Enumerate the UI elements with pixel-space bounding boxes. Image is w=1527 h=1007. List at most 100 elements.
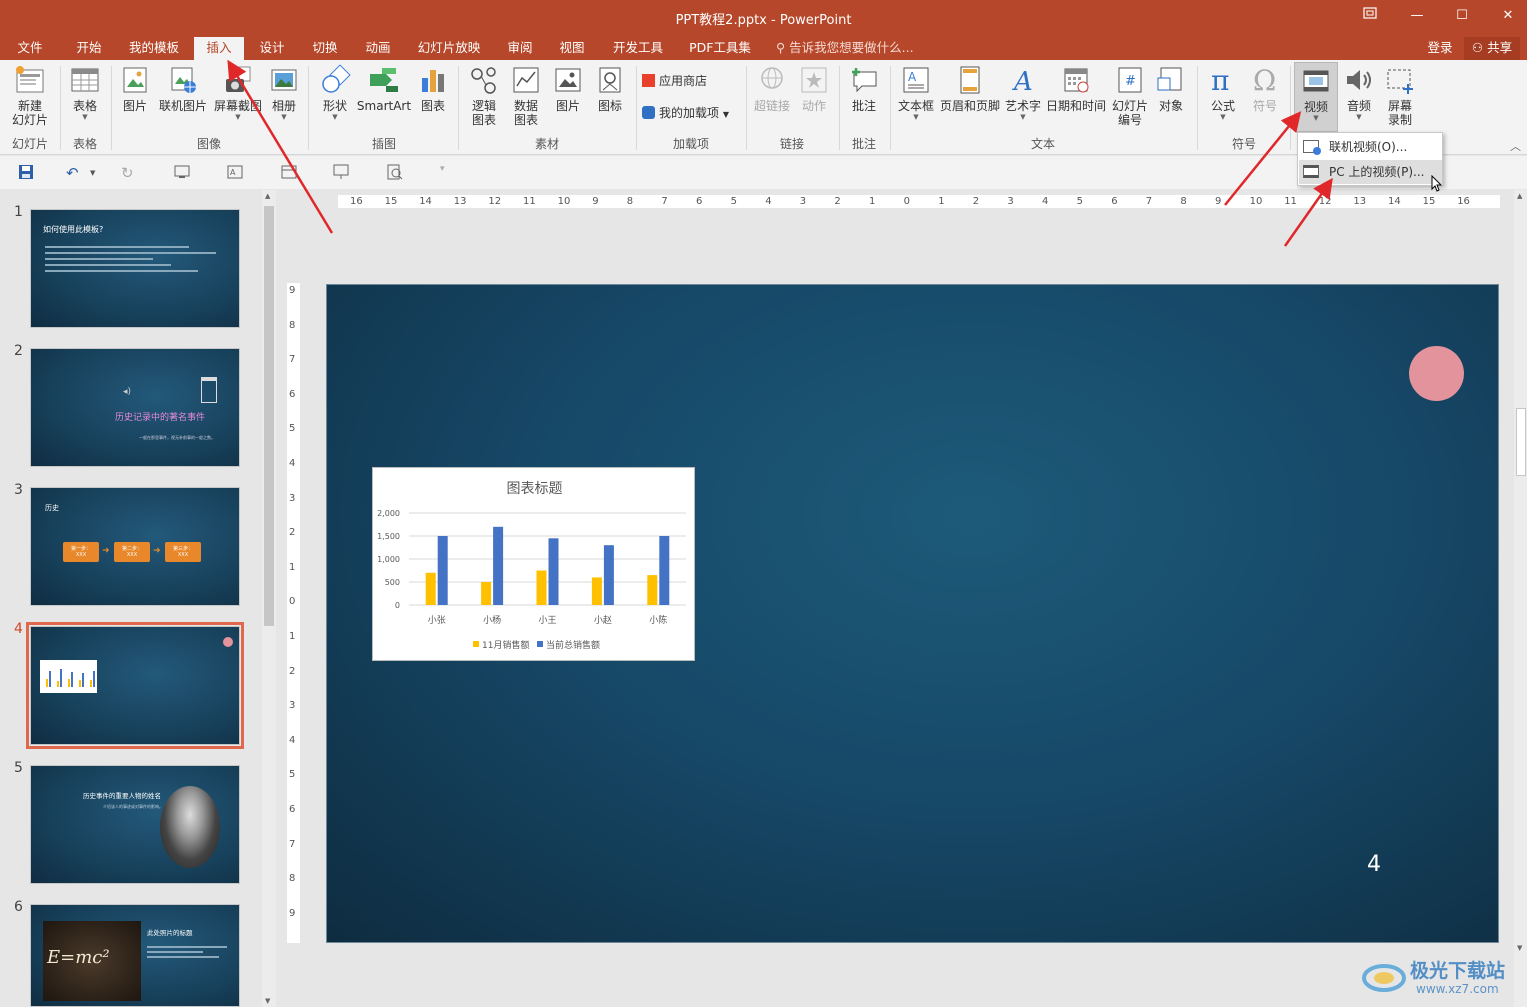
chart-object[interactable]: 图表标题 2,000 1,500 1,000 500 0 小张 小杨 小王 小赵 小陈 11月销售额…: [372, 467, 695, 661]
group-separator: [111, 66, 112, 150]
presenter-icon[interactable]: [333, 164, 349, 184]
save-icon[interactable]: [18, 164, 34, 184]
store-button[interactable]: 应用商店: [642, 72, 740, 89]
bar-total-sales: [437, 536, 448, 605]
ruler-label: 2: [289, 665, 296, 677]
close-button[interactable]: ✕: [1498, 6, 1518, 26]
textbox-quick-icon[interactable]: A: [227, 164, 243, 184]
tab-file[interactable]: 文件: [10, 37, 50, 60]
scroll-up-icon[interactable]: ▲: [1517, 192, 1522, 200]
header-footer-button[interactable]: 页眉和页脚: [938, 64, 1002, 113]
equation-button[interactable]: π 公式 ▼: [1204, 64, 1242, 121]
ruler-label: 5: [730, 196, 737, 207]
tab-developer[interactable]: 开发工具: [606, 37, 670, 60]
customize-qat-icon[interactable]: ▾: [440, 164, 445, 174]
tab-review[interactable]: 审阅: [500, 37, 540, 60]
symbol-button[interactable]: Ω 符号: [1246, 64, 1284, 113]
slide-thumbnail-1[interactable]: 如何使用此模板?: [30, 209, 240, 328]
my-addins-button[interactable]: 我的加载项 ▼: [642, 104, 740, 121]
thumbnails-scrollbar[interactable]: ▲ ▼: [262, 190, 276, 1007]
tab-transitions[interactable]: 切换: [305, 37, 345, 60]
tab-slideshow[interactable]: 幻灯片放映: [412, 37, 486, 60]
print-preview-icon[interactable]: [387, 164, 403, 184]
audio-button[interactable]: 音频 ▼: [1340, 64, 1378, 121]
login-link[interactable]: 登录: [1422, 37, 1458, 60]
material-picture-button[interactable]: 图片: [550, 64, 586, 113]
icon-button[interactable]: 图标: [592, 64, 628, 113]
minimize-button[interactable]: —: [1407, 6, 1427, 26]
scroll-up-icon[interactable]: ▲: [265, 192, 270, 200]
album-icon: [271, 69, 297, 91]
shapes-button[interactable]: 形状 ▼: [316, 64, 354, 121]
table-button[interactable]: 表格 ▼: [66, 64, 104, 121]
tab-pdf-tools[interactable]: PDF工具集: [684, 37, 756, 60]
ruler-label: 2: [834, 196, 841, 207]
share-button[interactable]: ⚇ 共享: [1464, 37, 1520, 60]
smartart-button[interactable]: SmartArt: [356, 64, 412, 113]
layout-icon[interactable]: [281, 164, 297, 184]
comment-label: 批注: [851, 99, 876, 113]
scroll-thumb[interactable]: [1516, 408, 1526, 476]
screen-record-button[interactable]: 屏幕 录制: [1380, 64, 1420, 127]
tell-me-search[interactable]: ⚲ 告诉我您想要做什么...: [776, 37, 916, 60]
video-film-icon: [1303, 70, 1329, 92]
tab-my-templates[interactable]: 我的模板: [122, 37, 186, 60]
data-chart-label: 数据: [513, 99, 538, 113]
bar-nov-sales: [591, 577, 602, 605]
from-beginning-icon[interactable]: [174, 164, 190, 184]
collapse-ribbon-icon[interactable]: ︿: [1510, 138, 1521, 154]
maximize-button[interactable]: ☐: [1452, 6, 1472, 26]
textbox-button[interactable]: A 文本框 ▼: [896, 64, 936, 121]
y-tick-label: 2,000: [377, 509, 400, 518]
tab-view[interactable]: 视图: [552, 37, 592, 60]
album-button[interactable]: 相册 ▼: [266, 64, 302, 121]
ruler-label: 2: [972, 196, 980, 207]
slide-thumbnail-2[interactable]: ◂) 历史记录中的著名事件 一般在那里事件，视无补前事的一般之数。: [30, 348, 240, 467]
table-label: 表格: [72, 99, 97, 113]
horizontal-ruler: 16 15 14 13 12 11 10 9 8 7 6 5 4 3 2 1 0 1 2 3 4 5 6 7 8 9 10 11 12 1…: [338, 195, 1500, 208]
pink-circle-shape[interactable]: [1409, 346, 1464, 401]
thumbnail-title: 此处照片的标题: [147, 929, 193, 937]
scroll-thumb[interactable]: [264, 206, 274, 626]
tab-animations[interactable]: 动画: [358, 37, 398, 60]
comment-button[interactable]: 批注: [845, 64, 883, 113]
y-tick-label: 1,000: [377, 555, 400, 564]
slide-thumbnail-3[interactable]: 历史 第一步： XXX ➜ 第二步： XXX ➜ 第三步： XXX: [30, 487, 240, 606]
group-separator: [636, 66, 637, 150]
object-button[interactable]: 对象: [1152, 64, 1190, 113]
tab-design[interactable]: 设计: [252, 37, 292, 60]
wordart-button[interactable]: A 艺术字 ▼: [1004, 64, 1042, 121]
bar-nov-sales: [647, 575, 658, 605]
video-button[interactable]: 视频 ▼: [1294, 62, 1338, 132]
redo-icon[interactable]: ↻: [121, 164, 134, 182]
ribbon-display-options-icon[interactable]: [1360, 6, 1380, 26]
online-picture-button[interactable]: 联机图片: [158, 64, 208, 113]
pink-dot: [223, 637, 233, 647]
slide-number: 3: [14, 482, 23, 498]
picture-button[interactable]: 图片: [116, 64, 154, 113]
screenshot-button[interactable]: 屏幕截图 ▼: [212, 64, 264, 121]
logic-chart-button[interactable]: 逻辑 图表: [464, 64, 504, 127]
wordart-label: 艺术字: [1004, 99, 1041, 113]
scroll-down-icon[interactable]: ▼: [265, 997, 270, 1005]
slide-thumbnail-5[interactable]: 历史事件的重要人物的姓名 介绍该人的事迹或对事件的影响。: [30, 765, 240, 884]
pc-video-menu-item[interactable]: PC 上的视频(P)...: [1299, 160, 1442, 184]
slide-thumbnail-4[interactable]: [26, 622, 244, 749]
tab-home[interactable]: 开始: [68, 37, 110, 60]
slide-thumbnail-6[interactable]: E=mc² 此处照片的标题: [30, 904, 240, 1007]
action-button[interactable]: 动作: [796, 64, 832, 113]
slide-number-button[interactable]: # 幻灯片 编号: [1110, 64, 1150, 127]
datetime-button[interactable]: 日期和时间: [1044, 64, 1108, 113]
undo-icon[interactable]: ↶: [66, 164, 79, 182]
thumbnail-subtitle: 介绍该人的事迹或对事件的影响。: [103, 804, 163, 809]
group-separator: [308, 66, 309, 150]
slide-number: 6: [14, 899, 23, 915]
new-slide-button[interactable]: 新建 幻灯片: [6, 64, 54, 127]
editor-scrollbar[interactable]: ▲ ▼: [1514, 190, 1527, 1007]
tab-insert[interactable]: 插入: [194, 37, 244, 60]
undo-dropdown-icon[interactable]: ▼: [90, 169, 95, 177]
chart-button[interactable]: 图表: [414, 64, 452, 113]
online-video-menu-item[interactable]: 联机视频(O)...: [1299, 135, 1442, 159]
hyperlink-button[interactable]: 超链接: [752, 64, 792, 113]
data-chart-button[interactable]: 数据 图表: [506, 64, 546, 127]
